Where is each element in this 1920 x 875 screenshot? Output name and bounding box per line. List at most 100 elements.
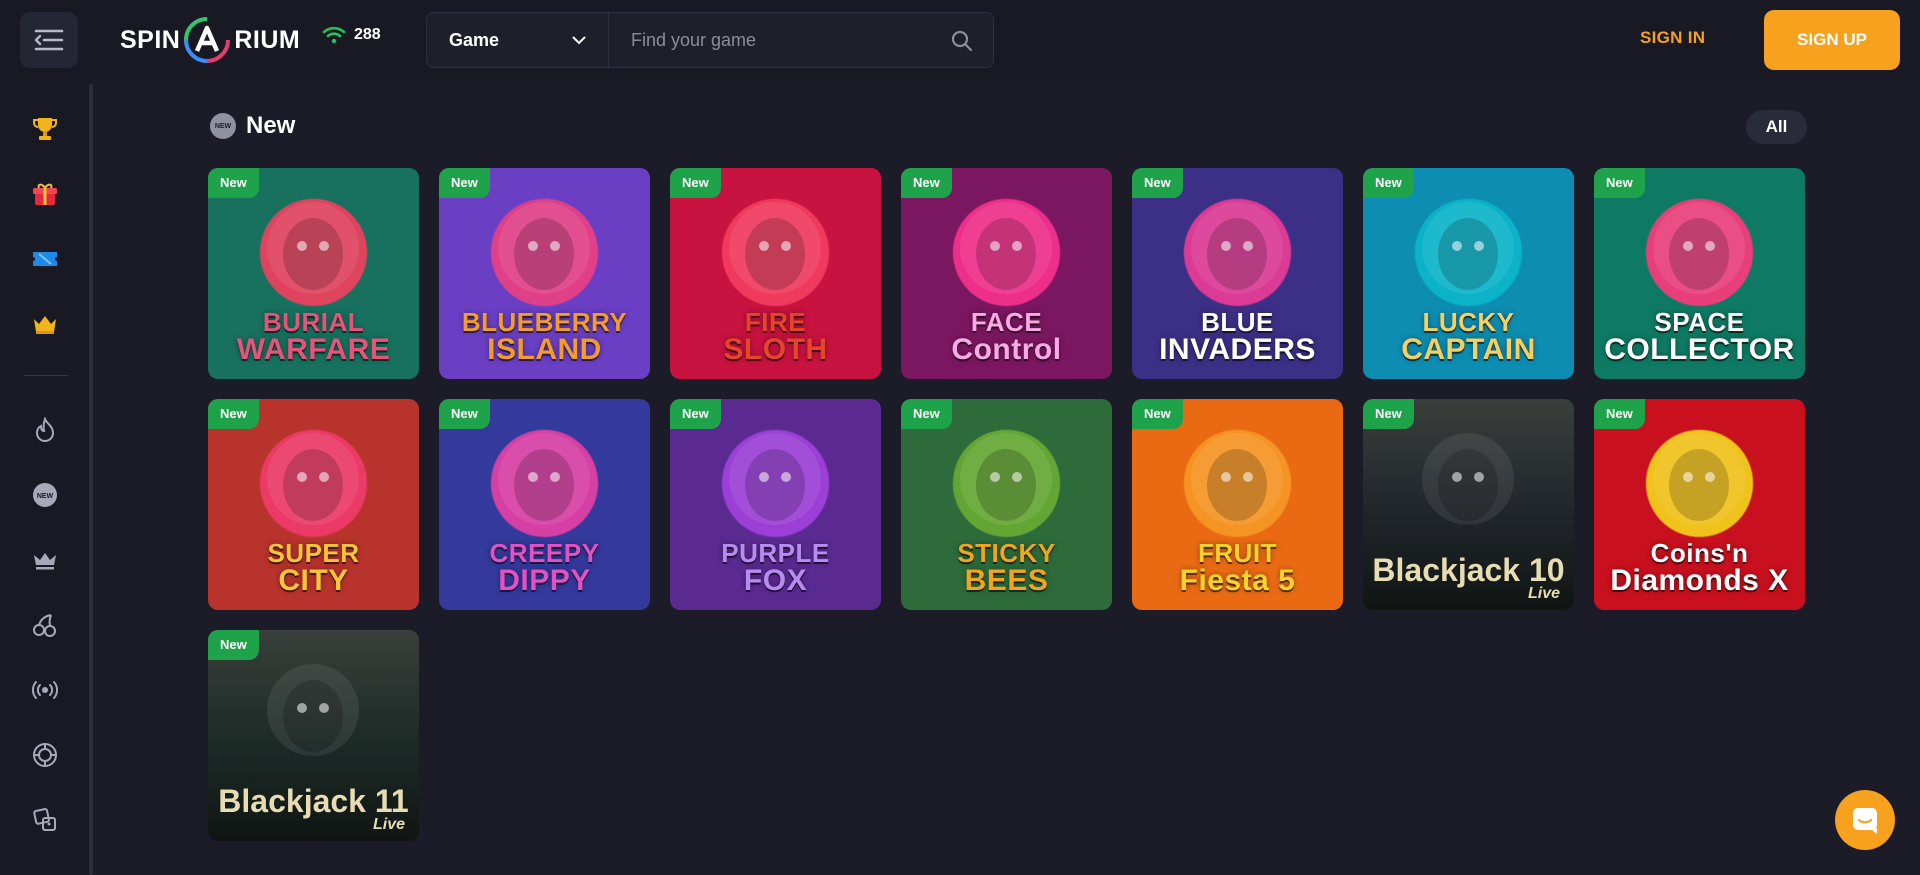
ticket-icon <box>33 252 57 266</box>
game-title-line1: LUCKY <box>1422 307 1515 337</box>
game-title-line2: Diamonds X <box>1610 564 1789 597</box>
game-tile[interactable]: New STICKY BEES <box>901 399 1112 610</box>
game-title-line2: SLOTH <box>723 333 828 366</box>
game-tile[interactable]: New FIRE SLOTH <box>670 168 881 379</box>
chat-icon <box>1853 808 1877 834</box>
search-bar: Game <box>426 12 994 68</box>
game-title-line2: Live <box>372 816 405 833</box>
sign-in-link[interactable]: SIGN IN <box>1640 28 1705 48</box>
logo-ring-icon <box>182 15 232 65</box>
game-tile[interactable]: New CREEPY DIPPY <box>439 399 650 610</box>
trophy-icon <box>33 118 57 140</box>
game-title-line2: Live <box>1527 585 1560 602</box>
game-title-line1: PURPLE <box>721 538 830 568</box>
game-title-line1: Coins'n <box>1650 538 1749 568</box>
game-title-line1: Blackjack 11 <box>218 783 409 819</box>
sidebar-item-new[interactable]: NEW <box>24 474 66 516</box>
game-title: PURPLE FOX <box>670 540 881 596</box>
sidebar-item-bonuses[interactable] <box>24 173 66 215</box>
game-tile[interactable]: New SPACE COLLECTOR <box>1594 168 1805 379</box>
crown-icon <box>34 316 56 334</box>
view-all-button[interactable]: All <box>1746 110 1807 144</box>
game-title-line1: SUPER <box>267 538 360 568</box>
game-title: FIRE SLOTH <box>670 309 881 365</box>
game-title-line1: STICKY <box>957 538 1056 568</box>
new-tag: New <box>670 168 721 198</box>
game-tile[interactable]: New Blackjack 11 Live <box>208 630 419 841</box>
game-title-line2: CITY <box>278 564 349 597</box>
game-title-line1: BLUE <box>1201 307 1274 337</box>
new-tag: New <box>439 399 490 429</box>
game-title-line1: BURIAL <box>262 307 365 337</box>
game-title-line2: DIPPY <box>498 564 591 597</box>
category-select-value: Game <box>449 29 500 50</box>
dice-icon <box>33 808 56 831</box>
game-tile[interactable]: New FRUIT Fiesta 5 <box>1132 399 1343 610</box>
sidebar-scrollbar[interactable] <box>89 84 93 875</box>
sidebar-item-promotions[interactable] <box>24 238 66 280</box>
sidebar-divider <box>24 375 68 376</box>
search-icon[interactable] <box>951 30 973 52</box>
game-tile[interactable]: New Blackjack 10 Live <box>1363 399 1574 610</box>
game-title: Coins'n Diamonds X <box>1594 540 1805 596</box>
game-title: Blackjack 10 Live <box>1363 554 1574 602</box>
sign-up-button[interactable]: SIGN UP <box>1764 10 1900 70</box>
game-tile[interactable]: New Coins'n Diamonds X <box>1594 399 1805 610</box>
game-title-line2: INVADERS <box>1159 333 1316 366</box>
logo[interactable]: SPIN RIUM <box>120 12 300 68</box>
sidebar-item-top[interactable] <box>24 539 66 581</box>
header: SPIN RIUM 288 Game Find your game SIGN I… <box>0 0 1920 80</box>
game-tile[interactable]: New BLUEBERRY ISLAND <box>439 168 650 379</box>
logo-text-left: SPIN <box>120 25 181 54</box>
menu-toggle-button[interactable] <box>20 12 78 68</box>
game-tile[interactable]: New PURPLE FOX <box>670 399 881 610</box>
new-tag: New <box>1132 168 1183 198</box>
game-tile[interactable]: New FACE Control <box>901 168 1112 379</box>
online-counter: 288 <box>322 26 381 44</box>
new-tag: New <box>208 630 259 660</box>
game-title: BLUE INVADERS <box>1132 309 1343 365</box>
game-title: BURIAL WARFARE <box>208 309 419 365</box>
new-tag: New <box>439 168 490 198</box>
new-section-icon: NEW <box>210 113 236 139</box>
menu-collapse-icon <box>34 29 64 51</box>
gift-icon <box>33 183 57 205</box>
search-input[interactable] <box>609 13 993 67</box>
game-title-line1: SPACE <box>1654 307 1745 337</box>
sidebar-item-table-games[interactable] <box>24 799 66 841</box>
sidebar-item-popular[interactable] <box>24 409 66 451</box>
new-tag: New <box>1594 399 1645 429</box>
game-title-line1: FRUIT <box>1197 538 1278 568</box>
vip-crown-icon <box>34 553 56 570</box>
game-tile[interactable]: New LUCKY CAPTAIN <box>1363 168 1574 379</box>
game-title-line2: COLLECTOR <box>1604 333 1795 366</box>
game-title: Blackjack 11 Live <box>208 785 419 833</box>
game-title-line1: FACE <box>970 307 1043 337</box>
svg-text:NEW: NEW <box>37 493 54 500</box>
new-tag: New <box>1132 399 1183 429</box>
game-tile[interactable]: New SUPER CITY <box>208 399 419 610</box>
sidebar-item-roulette[interactable] <box>24 734 66 776</box>
online-count: 288 <box>354 26 381 43</box>
game-title: BLUEBERRY ISLAND <box>439 309 650 365</box>
game-title: SPACE COLLECTOR <box>1594 309 1805 365</box>
game-title-line2: FOX <box>743 564 808 597</box>
game-title-line1: Blackjack 10 <box>1372 552 1565 588</box>
category-select[interactable]: Game <box>427 13 609 67</box>
signal-icon <box>322 26 346 44</box>
game-title-line1: BLUEBERRY <box>461 307 628 337</box>
sidebar-item-vip[interactable] <box>24 303 66 345</box>
sidebar-item-slots[interactable] <box>24 604 66 646</box>
section-title-text: New <box>246 112 296 139</box>
game-tile[interactable]: New BURIAL WARFARE <box>208 168 419 379</box>
fire-icon <box>35 417 55 442</box>
live-chat-button[interactable] <box>1835 790 1895 850</box>
game-title-line1: CREEPY <box>489 538 600 568</box>
sidebar-item-tournaments[interactable] <box>24 108 66 150</box>
new-icon: NEW <box>33 483 57 507</box>
new-tag: New <box>208 168 259 198</box>
sidebar-item-live[interactable] <box>24 669 66 711</box>
live-broadcast-icon <box>32 681 58 699</box>
game-title: SUPER CITY <box>208 540 419 596</box>
game-tile[interactable]: New BLUE INVADERS <box>1132 168 1343 379</box>
